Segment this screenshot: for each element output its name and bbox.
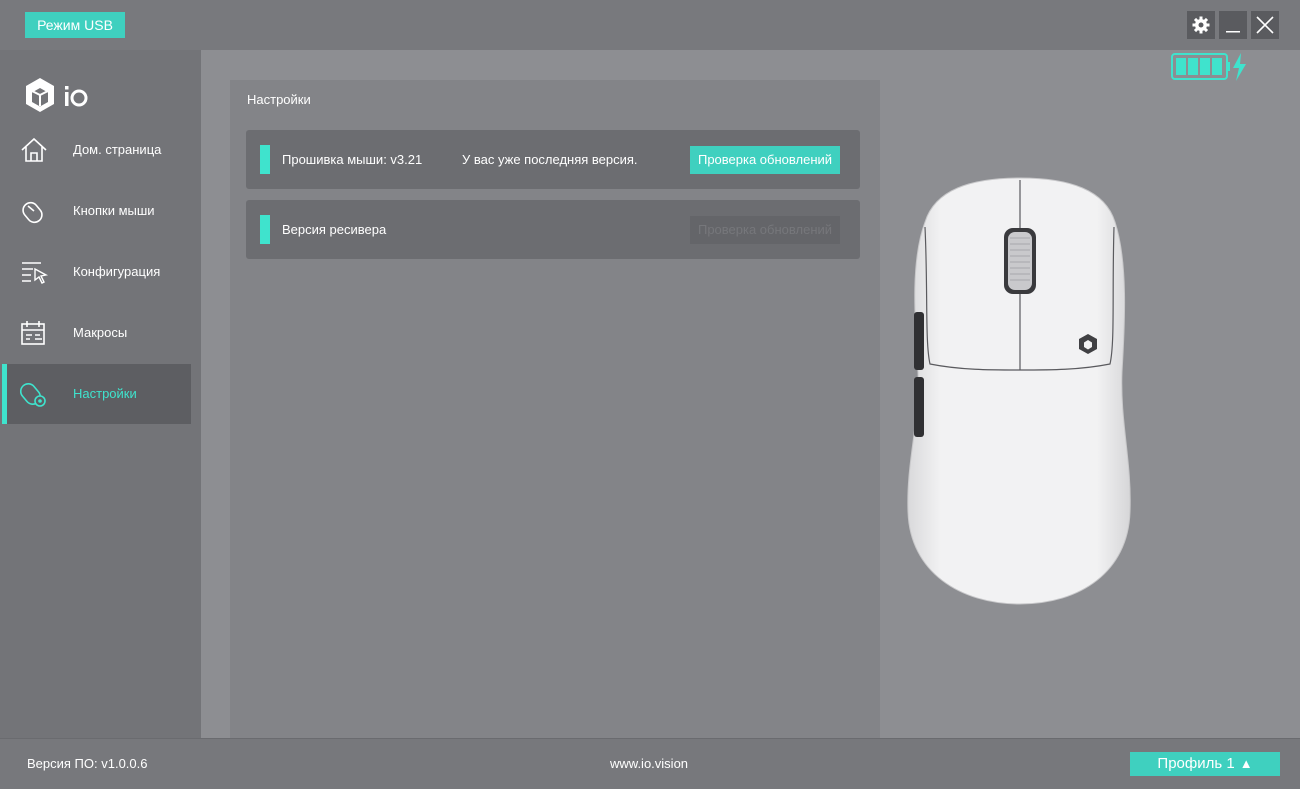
website-link[interactable]: www.io.vision — [610, 739, 688, 789]
sidebar-item-macros[interactable]: Макросы — [2, 303, 191, 363]
mouse-icon — [22, 201, 43, 224]
mouse-image — [907, 177, 1131, 605]
sidebar-item-home[interactable]: Дом. страница — [2, 120, 191, 180]
receiver-version-label: Версия ресивера — [282, 222, 387, 237]
sidebar-item-label: Макросы — [73, 325, 128, 340]
sidebar-item-label: Кнопки мыши — [73, 203, 155, 218]
minimize-icon — [1226, 31, 1240, 33]
profile-label: Профиль 1 — [1157, 755, 1235, 772]
firmware-card: Прошивка мыши: v3.21 У вас уже последняя… — [246, 130, 860, 189]
usb-mode-badge[interactable]: Режим USB — [25, 12, 125, 38]
receiver-card: Версия ресивера Проверка обновлений — [246, 200, 860, 259]
titlebar: Режим USB — [0, 0, 1300, 50]
firmware-status-text: У вас уже последняя версия. — [462, 152, 638, 167]
settings-mouse-icon — [19, 383, 46, 407]
battery-charging-icon — [1171, 53, 1246, 81]
close-icon — [1256, 16, 1274, 34]
close-button[interactable] — [1251, 11, 1279, 39]
sidebar-item-label: Конфигурация — [73, 264, 161, 279]
sidebar-item-mouse-buttons[interactable]: Кнопки мыши — [2, 181, 191, 241]
card-accent-bar — [260, 145, 270, 174]
io-logo — [26, 78, 88, 112]
firmware-version-label: Прошивка мыши: v3.21 — [282, 152, 423, 167]
check-firmware-update-button[interactable]: Проверка обновлений — [690, 146, 840, 174]
page-title: Настройки — [247, 92, 311, 107]
configuration-icon — [22, 262, 49, 284]
sidebar-item-configuration[interactable]: Конфигурация — [2, 242, 191, 302]
sidebar-item-label: Настройки — [73, 386, 137, 401]
sidebar-item-label: Дом. страница — [73, 142, 162, 157]
profile-select-button[interactable]: Профиль 1 ▲ — [1130, 752, 1280, 776]
gear-icon — [1192, 16, 1210, 34]
triangle-up-icon: ▲ — [1239, 756, 1253, 771]
check-receiver-update-button[interactable]: Проверка обновлений — [690, 216, 840, 244]
card-accent-bar — [260, 215, 270, 244]
sidebar-item-settings[interactable]: Настройки — [2, 364, 191, 424]
home-icon — [21, 137, 47, 162]
footer: Версия ПО: v1.0.0.6 www.io.vision Профил… — [0, 738, 1300, 789]
settings-button[interactable] — [1187, 11, 1215, 39]
active-indicator — [2, 364, 7, 424]
minimize-button[interactable] — [1219, 11, 1247, 39]
macro-icon — [21, 321, 45, 345]
software-version: Версия ПО: v1.0.0.6 — [27, 756, 148, 771]
